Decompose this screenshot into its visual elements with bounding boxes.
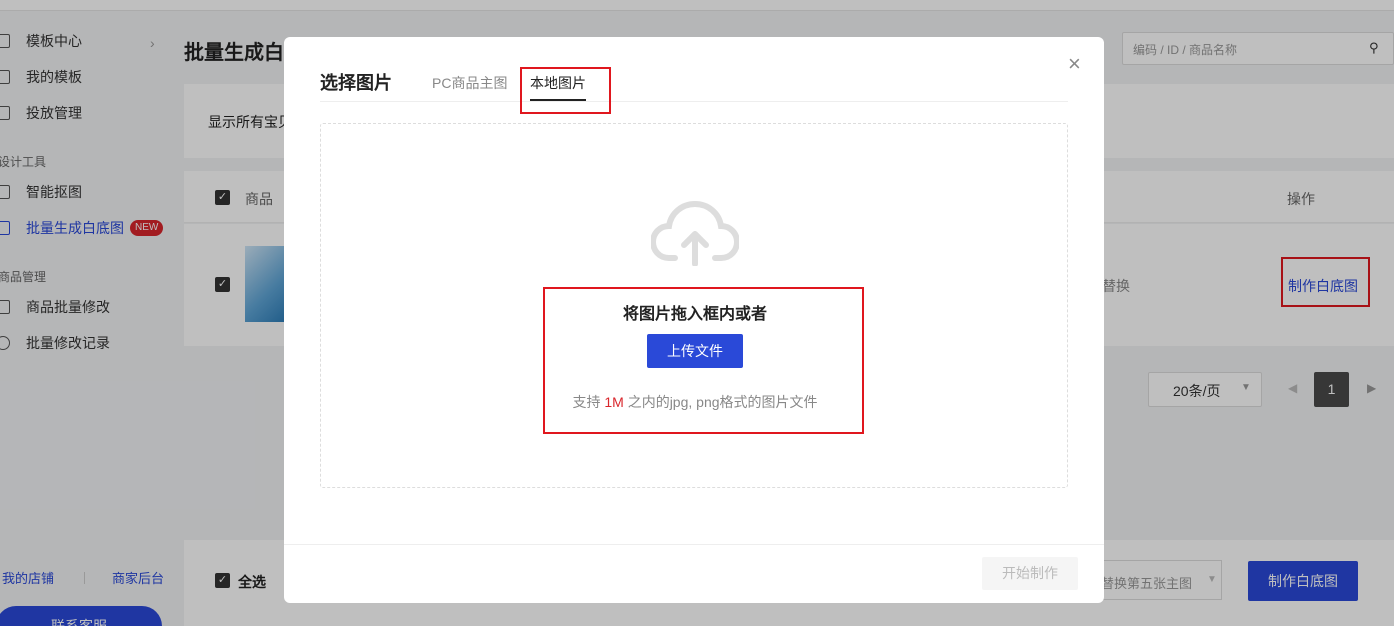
highlight-box-local-tab (520, 67, 611, 114)
start-making-button[interactable]: 开始制作 (982, 557, 1078, 590)
tab-pc-main-image[interactable]: PC商品主图 (432, 73, 507, 93)
dialog-footer-divider (284, 544, 1104, 545)
highlight-box-upload (543, 287, 864, 434)
dialog-title: 选择图片 (320, 73, 392, 93)
cloud-upload-icon (651, 200, 739, 266)
tab-divider (320, 101, 1068, 102)
close-icon[interactable]: × (1068, 51, 1081, 77)
